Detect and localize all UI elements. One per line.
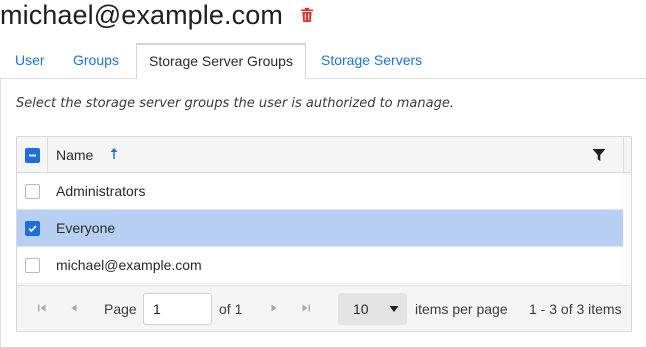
- tab-panel: Select the storage server groups the use…: [0, 78, 646, 347]
- page-size-value: 10: [353, 301, 369, 317]
- row-name: Everyone: [56, 220, 116, 236]
- next-page-icon[interactable]: [267, 301, 281, 315]
- select-all-checkbox[interactable]: [25, 148, 40, 163]
- tab-groups[interactable]: Groups: [73, 43, 119, 78]
- scrollbar-gutter: [623, 173, 631, 284]
- filter-icon[interactable]: [592, 148, 606, 162]
- page-size-select[interactable]: 10: [338, 293, 407, 325]
- table-row[interactable]: michael@example.com: [17, 247, 623, 284]
- sort-ascending-icon[interactable]: [109, 147, 119, 161]
- column-divider: [47, 137, 48, 173]
- table-row[interactable]: Administrators: [17, 173, 623, 210]
- panel-description: Select the storage server groups the use…: [16, 96, 454, 111]
- tab-bar: User Groups Storage Server Groups Storag…: [0, 43, 646, 79]
- item-range-label: 1 - 3 of 3 items: [529, 301, 622, 317]
- column-header-name[interactable]: Name: [56, 137, 93, 173]
- tab-storage-servers[interactable]: Storage Servers: [321, 43, 422, 78]
- row-name: michael@example.com: [56, 257, 202, 273]
- storage-server-groups-grid: Name Administrators Everyone michael@exa…: [16, 136, 632, 332]
- trash-icon[interactable]: [300, 7, 314, 23]
- page-title: michael@example.com: [0, 0, 283, 30]
- row-name: Administrators: [56, 183, 146, 199]
- page-header: michael@example.com: [0, 0, 314, 36]
- grid-header: Name: [17, 137, 631, 173]
- items-per-page-label: items per page: [415, 301, 508, 317]
- pager: Page 1 of 1 10 items per page 1 - 3 of 3…: [17, 285, 631, 331]
- row-checkbox[interactable]: [25, 258, 40, 273]
- tab-user[interactable]: User: [15, 43, 45, 78]
- page-label: Page: [104, 301, 137, 317]
- chevron-down-icon: [389, 306, 399, 312]
- row-checkbox[interactable]: [25, 221, 40, 236]
- first-page-icon[interactable]: [35, 301, 49, 315]
- page-count-label: of 1: [219, 301, 243, 317]
- tab-storage-server-groups[interactable]: Storage Server Groups: [136, 43, 306, 79]
- table-row[interactable]: Everyone: [17, 210, 623, 247]
- page-number-input[interactable]: 1: [143, 293, 212, 325]
- previous-page-icon[interactable]: [67, 301, 81, 315]
- last-page-icon[interactable]: [299, 301, 313, 315]
- column-divider: [623, 137, 624, 173]
- row-checkbox[interactable]: [25, 184, 40, 199]
